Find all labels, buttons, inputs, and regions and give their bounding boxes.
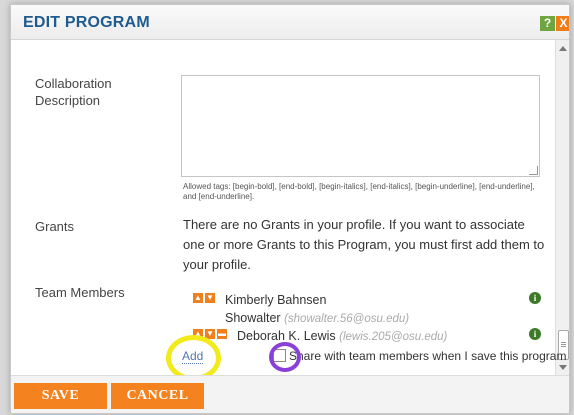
remove-icon[interactable]: ▬ (217, 329, 227, 339)
team-member-name-line2: Showalter (showalter.56@osu.edu) (225, 311, 410, 325)
purple-highlight-circle (269, 342, 301, 372)
team-member-row-continued: Showalter (showalter.56@osu.edu) (181, 309, 551, 327)
dialog-content: Collaboration Description Allowed tags: … (11, 40, 555, 375)
team-member-name: Kimberly Bahnsen (225, 293, 327, 307)
cancel-button[interactable]: CANCEL (111, 383, 204, 409)
collaboration-description-label: Collaboration Description (35, 76, 112, 108)
save-button[interactable]: SAVE (14, 383, 107, 409)
team-member-row: ▲ ▼ ▬ Deborah K. Lewis (lewis.205@osu.ed… (181, 327, 551, 345)
grip-line-icon (561, 344, 566, 345)
grip-line-icon (561, 342, 566, 343)
move-down-icon[interactable]: ▼ (205, 293, 215, 303)
edit-program-dialog: EDIT PROGRAM ? X Collaboration Descripti… (10, 4, 570, 414)
share-with-team-option[interactable]: Share with team members when I save this… (273, 349, 566, 363)
team-member-email: (showalter.56@osu.edu) (284, 313, 410, 325)
allowed-tags-hint: Allowed tags: [begin-bold], [end-bold], … (183, 182, 535, 201)
collaboration-description-textarea[interactable] (181, 75, 540, 177)
grants-label: Grants (35, 219, 75, 234)
dialog-title: EDIT PROGRAM (23, 14, 150, 31)
vertical-scrollbar[interactable] (555, 40, 569, 375)
team-members-label: Team Members (35, 285, 125, 300)
help-icon[interactable]: ? (540, 16, 555, 31)
info-icon[interactable]: i (529, 292, 541, 304)
info-icon[interactable]: i (529, 328, 541, 340)
dialog-titlebar: EDIT PROGRAM ? X (11, 5, 569, 40)
team-member-name: Deborah K. Lewis (lewis.205@osu.edu) (237, 329, 448, 343)
share-label: Share with team members when I save this… (289, 349, 567, 363)
team-member-email: (lewis.205@osu.edu) (339, 331, 448, 343)
grants-message: There are no Grants in your profile. If … (183, 217, 545, 272)
resize-handle-icon[interactable] (529, 166, 538, 175)
grip-line-icon (561, 346, 566, 347)
scroll-up-icon[interactable] (559, 46, 567, 51)
scroll-down-icon[interactable] (559, 365, 567, 370)
team-member-row: ▲ ▼ Kimberly Bahnsen i (181, 291, 551, 309)
dialog-footer: SAVE CANCEL (11, 375, 569, 413)
move-up-icon[interactable]: ▲ (193, 293, 203, 303)
close-icon[interactable]: X (556, 16, 569, 31)
